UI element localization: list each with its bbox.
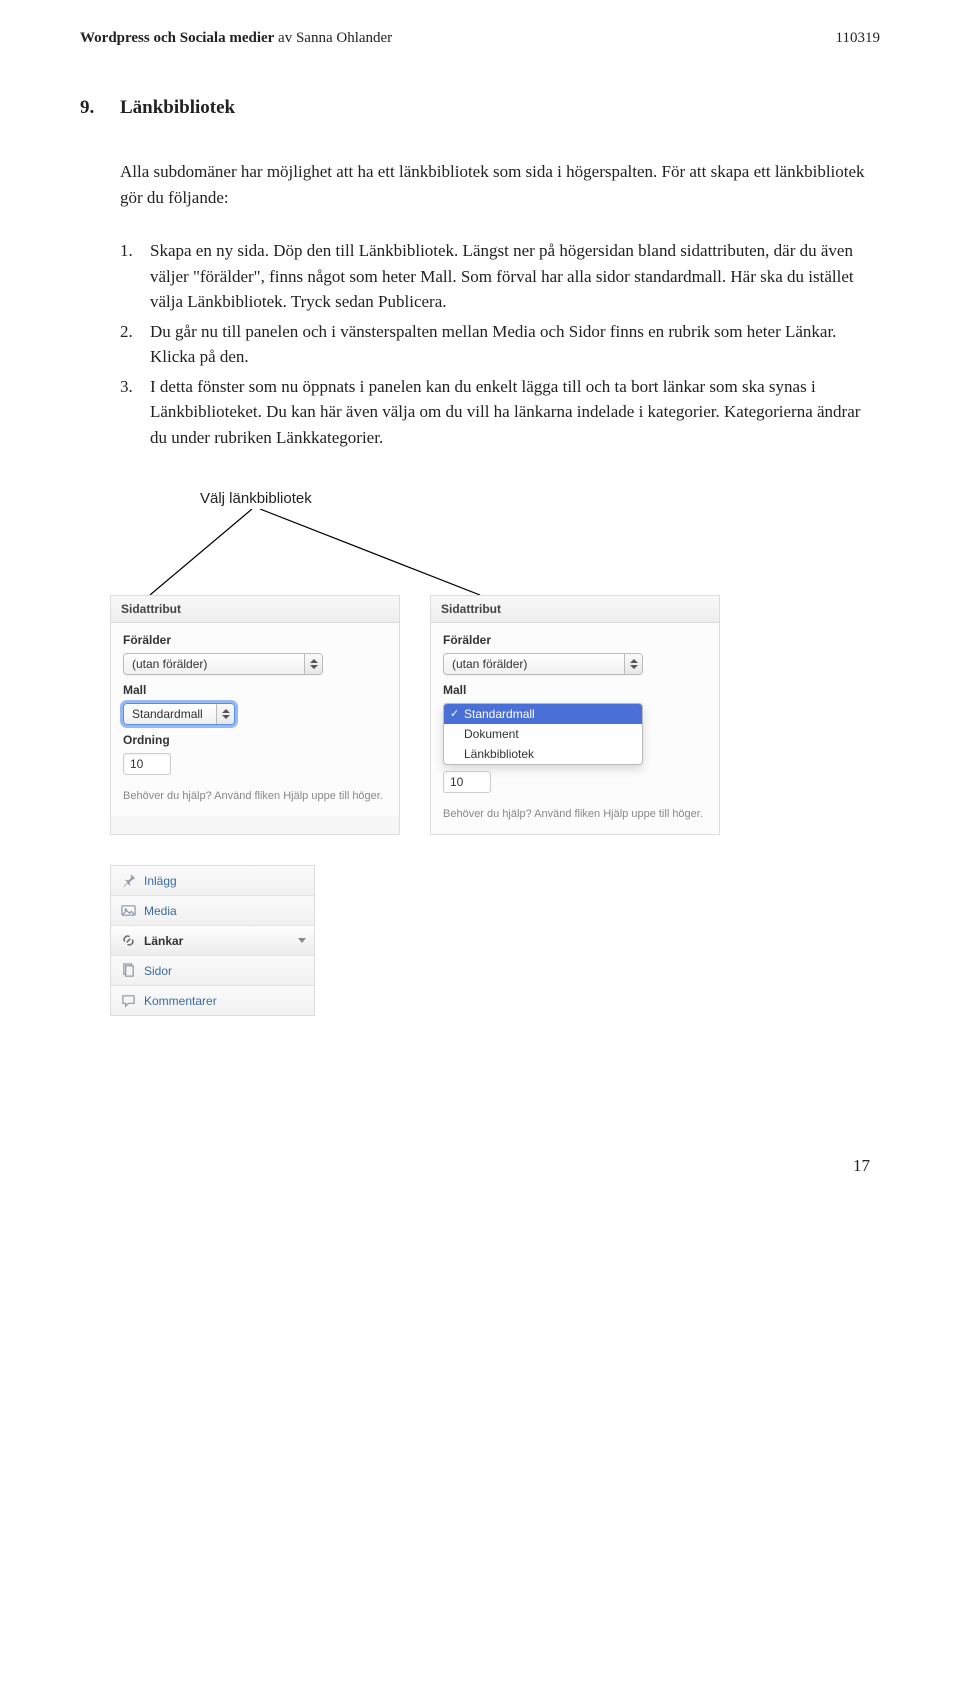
header-title: Wordpress och Sociala medier av Sanna Oh… (80, 30, 392, 47)
header-title-bold: Wordpress och Sociala medier (80, 30, 274, 46)
order-input[interactable]: 10 (123, 753, 171, 775)
step-item: I detta fönster som nu öppnats i panelen… (120, 374, 880, 451)
mall-label: Mall (123, 683, 387, 697)
nav-item-inlagg[interactable]: Inlägg (111, 866, 314, 896)
mall-label: Mall (443, 683, 707, 697)
wp-admin-sidebar: Inlägg Media Länkar Sidor Kommentarer (110, 865, 315, 1016)
mall-select[interactable]: Standardmall (123, 703, 235, 725)
header-title-author: av Sanna Ohlander (274, 30, 392, 46)
step-item: Skapa en ny sida. Döp den till Länkbibli… (120, 238, 880, 315)
section-heading: 9. Länkbibliotek (80, 97, 880, 119)
panel-title: Sidattribut (111, 596, 399, 623)
media-icon (121, 903, 136, 918)
intro-paragraph: Alla subdomäner har möjlighet att ha ett… (120, 159, 880, 210)
link-icon (121, 933, 136, 948)
parent-select-value: (utan förälder) (452, 657, 527, 671)
sidattribut-panel-left: Sidattribut Förälder (utan förälder) Mal… (110, 595, 400, 835)
page-header: Wordpress och Sociala medier av Sanna Oh… (80, 30, 880, 47)
order-value: 10 (130, 757, 143, 771)
nav-item-media[interactable]: Media (111, 896, 314, 926)
steps-list: Skapa en ny sida. Döp den till Länkbibli… (120, 238, 880, 450)
mall-select-open[interactable]: Standardmall Dokument Länkbibliotek (443, 703, 643, 765)
nav-item-kommentarer[interactable]: Kommentarer (111, 986, 314, 1015)
sidattribut-panel-right: Sidattribut Förälder (utan förälder) Mal… (430, 595, 720, 835)
step-item: Du går nu till panelen och i vänsterspal… (120, 319, 880, 370)
nav-label: Kommentarer (144, 994, 217, 1008)
nav-item-lankar[interactable]: Länkar (111, 926, 314, 956)
mall-select-value: Standardmall (132, 707, 203, 721)
parent-label: Förälder (443, 633, 707, 647)
nav-item-sidor[interactable]: Sidor (111, 956, 314, 986)
mall-option[interactable]: Länkbibliotek (444, 744, 642, 764)
comments-icon (121, 993, 136, 1008)
screenshot-caption: Välj länkbibliotek (200, 490, 880, 507)
order-label: Ordning (123, 733, 387, 747)
select-stepper-icon (304, 654, 322, 674)
nav-label: Inlägg (144, 874, 177, 888)
nav-label: Sidor (144, 964, 172, 978)
nav-label: Länkar (144, 934, 183, 948)
help-text: Behöver du hjälp? Använd fliken Hjälp up… (123, 789, 387, 804)
help-text: Behöver du hjälp? Använd fliken Hjälp up… (443, 807, 707, 822)
parent-label: Förälder (123, 633, 387, 647)
panel-title: Sidattribut (431, 596, 719, 623)
section-number: 9. (80, 97, 120, 119)
parent-select[interactable]: (utan förälder) (443, 653, 643, 675)
parent-select[interactable]: (utan förälder) (123, 653, 323, 675)
pages-icon (121, 963, 136, 978)
mall-option[interactable]: Standardmall (444, 704, 642, 724)
order-input[interactable]: 10 (443, 771, 491, 793)
select-stepper-icon (624, 654, 642, 674)
section-title: Länkbibliotek (120, 97, 235, 119)
screenshot-panels: Sidattribut Förälder (utan förälder) Mal… (110, 595, 880, 835)
nav-label: Media (144, 904, 177, 918)
page-number: 17 (80, 1156, 880, 1176)
pointer-lines (110, 509, 880, 595)
mall-option[interactable]: Dokument (444, 724, 642, 744)
header-date: 110319 (836, 30, 880, 47)
chevron-down-icon (298, 938, 306, 943)
pin-icon (121, 873, 136, 888)
select-stepper-icon (216, 704, 234, 724)
parent-select-value: (utan förälder) (132, 657, 207, 671)
order-value: 10 (450, 775, 463, 789)
